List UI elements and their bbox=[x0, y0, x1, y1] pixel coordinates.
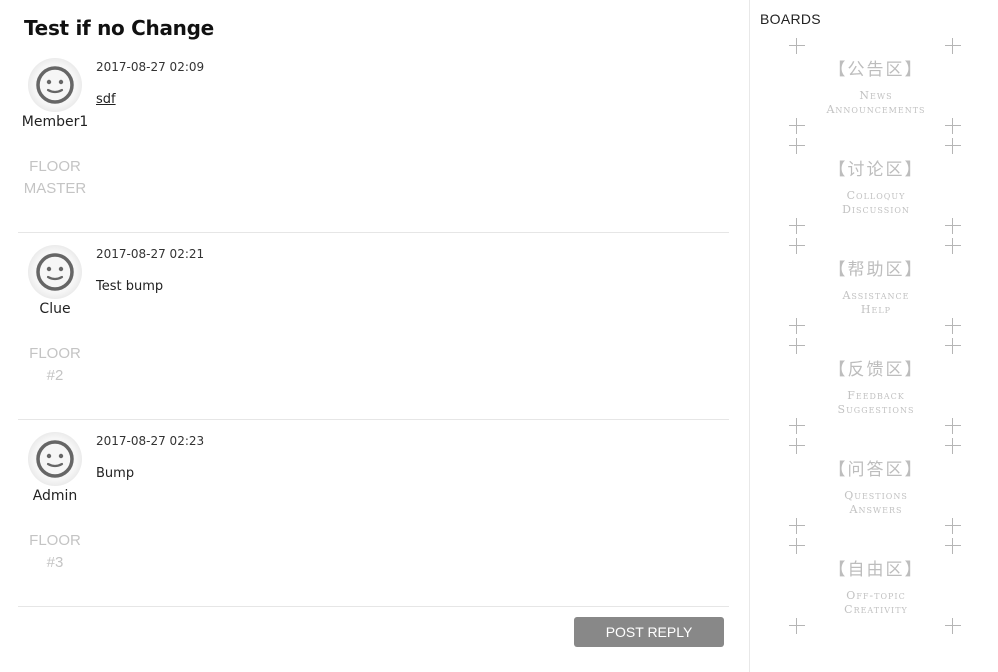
crosshair-tick-icon bbox=[945, 238, 961, 254]
board-name-en-line1: Assistance bbox=[842, 289, 910, 302]
crosshair-tick-icon bbox=[945, 38, 961, 54]
username[interactable]: Admin bbox=[18, 488, 92, 504]
post-timestamp: 2017-08-27 02:09 bbox=[96, 60, 205, 74]
board-help[interactable]: 【帮助区】 Assistance Help bbox=[786, 238, 966, 334]
crosshair-tick-icon bbox=[945, 138, 961, 154]
board-name-cn: 【公告区】 bbox=[828, 60, 924, 80]
crosshair-tick-icon bbox=[945, 518, 961, 534]
post-reply-button[interactable]: POST REPLY bbox=[574, 617, 724, 647]
board-name-en: News Announcements bbox=[786, 89, 966, 117]
board-name-cn: 【问答区】 bbox=[828, 460, 924, 480]
board-name-en-line2: Answers bbox=[849, 503, 903, 516]
crosshair-tick-icon bbox=[789, 38, 805, 54]
crosshair-tick-icon bbox=[789, 518, 805, 534]
crosshair-tick-icon bbox=[789, 238, 805, 254]
floor-label-line1: FLOOR bbox=[29, 532, 81, 549]
board-name-en-line2: Help bbox=[860, 303, 892, 316]
board-name-en-line2: Suggestions bbox=[837, 403, 915, 416]
smiley-face-icon bbox=[36, 66, 74, 104]
crosshair-tick-icon bbox=[945, 438, 961, 454]
floor-label-line2: MASTER bbox=[23, 180, 87, 197]
post-timestamp: 2017-08-27 02:21 bbox=[96, 247, 205, 261]
board-name-en: Feedback Suggestions bbox=[786, 389, 966, 417]
board-name-en-line1: Questions bbox=[844, 489, 908, 502]
board-name-en: Assistance Help bbox=[786, 289, 966, 317]
crosshair-tick-icon bbox=[945, 318, 961, 334]
post: Clue FLOOR #2 2017-08-27 02:21 Test bump bbox=[18, 232, 729, 420]
crosshair-tick-icon bbox=[789, 318, 805, 334]
sidebar-title: BOARDS bbox=[760, 11, 821, 27]
username[interactable]: Member1 bbox=[18, 114, 92, 130]
crosshair-tick-icon bbox=[789, 618, 805, 634]
crosshair-tick-icon bbox=[789, 418, 805, 434]
avatar[interactable] bbox=[28, 432, 82, 486]
post: Member1 FLOOR MASTER 2017-08-27 02:09 sd… bbox=[18, 45, 729, 233]
smiley-face-icon bbox=[36, 253, 74, 291]
thread-title: Test if no Change bbox=[24, 16, 214, 40]
board-name-en-line1: News bbox=[859, 89, 893, 102]
board-name-cn: 【帮助区】 bbox=[828, 260, 924, 280]
avatar[interactable] bbox=[28, 245, 82, 299]
avatar[interactable] bbox=[28, 58, 82, 112]
board-discussion[interactable]: 【讨论区】 Colloquy Discussion bbox=[786, 138, 966, 234]
board-name-en-line2: Announcements bbox=[826, 103, 926, 116]
board-name-en-line2: Creativity bbox=[844, 603, 908, 616]
username[interactable]: Clue bbox=[18, 301, 92, 317]
board-name-en: Questions Answers bbox=[786, 489, 966, 517]
floor-label: FLOOR #2 bbox=[18, 343, 92, 387]
boards-sidebar: BOARDS 【公告区】 News Announcements 【讨论区】 Co… bbox=[749, 0, 998, 672]
floor-label: FLOOR MASTER bbox=[18, 156, 92, 200]
crosshair-tick-icon bbox=[945, 418, 961, 434]
crosshair-tick-icon bbox=[789, 218, 805, 234]
board-offtopic[interactable]: 【自由区】 Off-topic Creativity bbox=[786, 538, 966, 634]
board-questions[interactable]: 【问答区】 Questions Answers bbox=[786, 438, 966, 534]
board-name-cn: 【讨论区】 bbox=[828, 160, 924, 180]
board-name-cn: 【自由区】 bbox=[828, 560, 924, 580]
floor-label-line1: FLOOR bbox=[29, 158, 81, 175]
post: Admin FLOOR #3 2017-08-27 02:23 Bump bbox=[18, 419, 729, 607]
floor-label-line1: FLOOR bbox=[29, 345, 81, 362]
board-name-en-line1: Colloquy bbox=[846, 189, 906, 202]
board-name-en-line1: Feedback bbox=[847, 389, 905, 402]
post-body: Test bump bbox=[96, 279, 164, 294]
floor-label-line2: #3 bbox=[46, 554, 64, 571]
post-body: Bump bbox=[96, 466, 135, 481]
crosshair-tick-icon bbox=[789, 438, 805, 454]
crosshair-tick-icon bbox=[789, 138, 805, 154]
board-feedback[interactable]: 【反馈区】 Feedback Suggestions bbox=[786, 338, 966, 434]
board-name-en-line2: Discussion bbox=[842, 203, 910, 216]
board-news[interactable]: 【公告区】 News Announcements bbox=[786, 38, 966, 134]
crosshair-tick-icon bbox=[945, 538, 961, 554]
crosshair-tick-icon bbox=[945, 618, 961, 634]
board-name-en: Off-topic Creativity bbox=[786, 589, 966, 617]
post-timestamp: 2017-08-27 02:23 bbox=[96, 434, 205, 448]
crosshair-tick-icon bbox=[945, 218, 961, 234]
board-name-cn: 【反馈区】 bbox=[828, 360, 924, 380]
board-name-en-line1: Off-topic bbox=[846, 589, 906, 602]
smiley-face-icon bbox=[36, 440, 74, 478]
crosshair-tick-icon bbox=[945, 118, 961, 134]
crosshair-tick-icon bbox=[789, 338, 805, 354]
crosshair-tick-icon bbox=[789, 118, 805, 134]
crosshair-tick-icon bbox=[945, 338, 961, 354]
post-body-link[interactable]: sdf bbox=[96, 92, 116, 107]
floor-label-line2: #2 bbox=[46, 367, 64, 384]
board-name-en: Colloquy Discussion bbox=[786, 189, 966, 217]
floor-label: FLOOR #3 bbox=[18, 530, 92, 574]
crosshair-tick-icon bbox=[789, 538, 805, 554]
thread-panel: Test if no Change Member1 FLOOR MASTER 2… bbox=[0, 0, 750, 672]
